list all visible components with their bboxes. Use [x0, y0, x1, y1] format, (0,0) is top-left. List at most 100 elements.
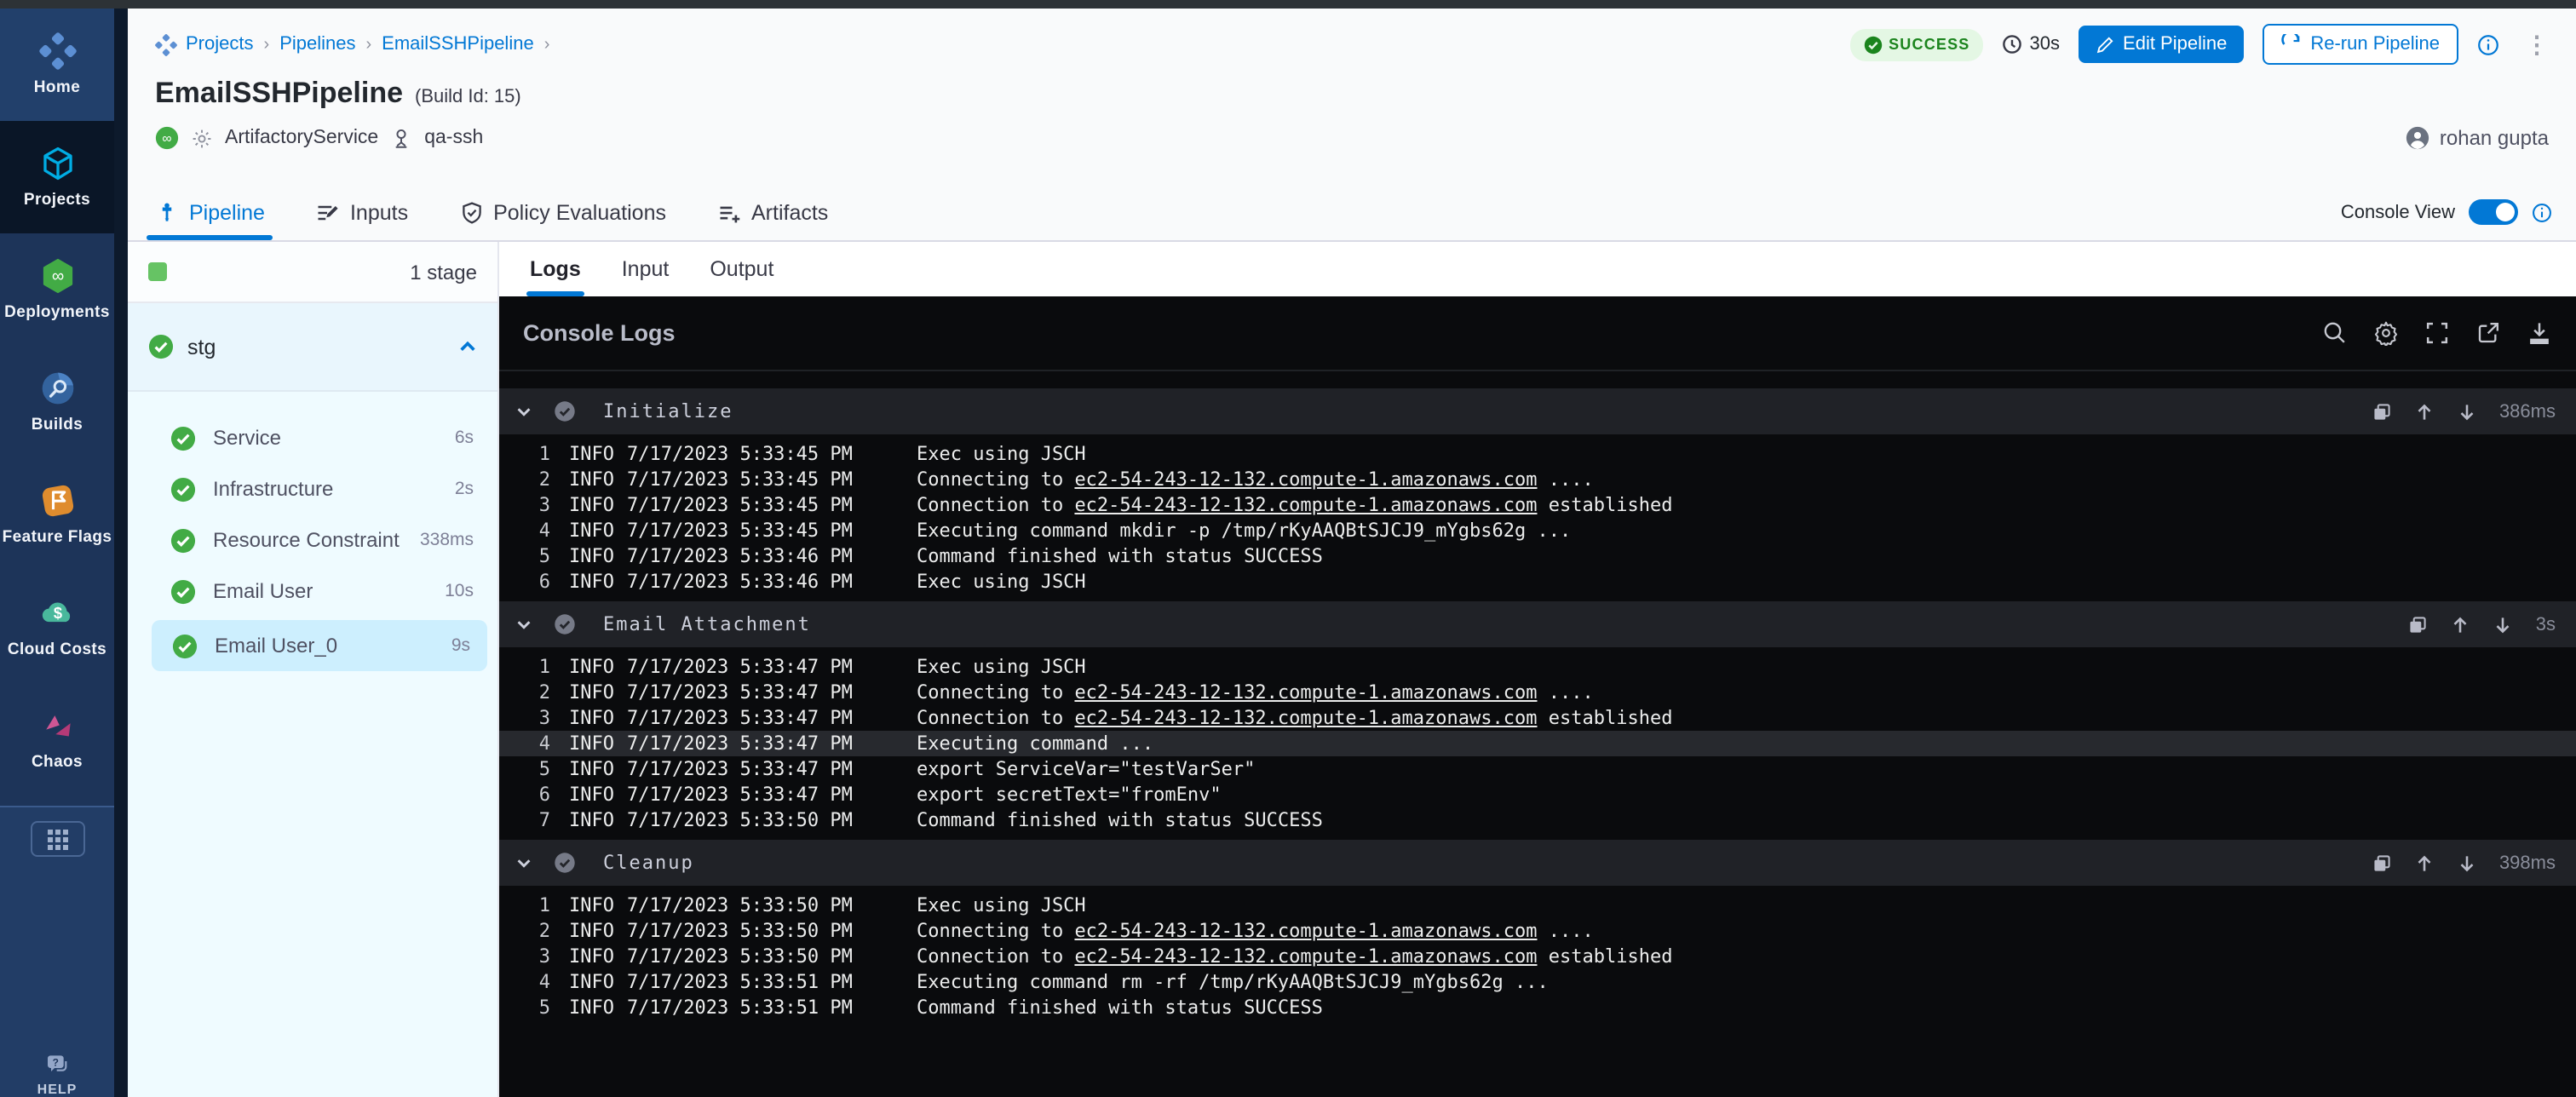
sidebar-item-projects[interactable]: Projects [0, 121, 114, 233]
step-row-infrastructure[interactable]: Infrastructure2s [128, 463, 497, 514]
log-level: INFO [569, 920, 627, 942]
log-hostname-link[interactable]: ec2-54-243-12-132.compute-1.amazonaws.co… [1074, 494, 1537, 516]
sidebar-item-feature-flags[interactable]: Feature Flags [0, 458, 114, 571]
tab-artifacts[interactable]: Artifacts [717, 184, 828, 240]
log-section-duration: 386ms [2499, 401, 2556, 422]
more-options-menu[interactable]: ⋮ [2525, 34, 2549, 55]
log-level: INFO [569, 945, 627, 968]
pipeline-tabs: Pipeline Inputs Policy Evaluations Artifact… [155, 184, 879, 240]
log-hostname-link[interactable]: ec2-54-243-12-132.compute-1.amazonaws.co… [1074, 707, 1537, 729]
module-selector-button[interactable] [30, 821, 84, 857]
scroll-down-icon[interactable] [2493, 614, 2514, 635]
artifacts-icon [717, 200, 741, 224]
sidebar-item-label: Deployments [4, 303, 110, 322]
tab-policy-evaluations[interactable]: Policy Evaluations [459, 184, 666, 240]
log-line-number: 2 [499, 468, 550, 491]
green-check-icon [170, 425, 196, 451]
breadcrumb-link[interactable]: Projects [186, 34, 254, 55]
console-view-toggle[interactable] [2469, 199, 2518, 225]
log-line: 5INFO7/17/2023 5:33:47 PMexport ServiceV… [499, 756, 2576, 782]
log-message-text: Connecting to [917, 468, 1074, 491]
log-section-header[interactable]: Initialize386ms [499, 388, 2576, 434]
log-line-number: 5 [499, 996, 550, 1019]
scroll-up-icon[interactable] [2451, 614, 2471, 635]
log-message: Exec using JSCH [917, 894, 1086, 916]
build-id: (Build Id: 15) [415, 87, 521, 107]
tab-pipeline[interactable]: Pipeline [155, 184, 265, 240]
pipeline-meta: ∞ ArtifactoryService qa-ssh [155, 126, 483, 150]
log-hostname-link[interactable]: ec2-54-243-12-132.compute-1.amazonaws.co… [1074, 468, 1537, 491]
copy-icon[interactable] [2408, 614, 2429, 635]
log-message: Connecting to ec2-54-243-12-132.compute-… [917, 681, 1594, 704]
sidebar-item-cloud-costs[interactable]: $Cloud Costs [0, 571, 114, 683]
log-hostname-link[interactable]: ec2-54-243-12-132.compute-1.amazonaws.co… [1074, 945, 1537, 968]
log-message-text: Executing command rm -rf /tmp/rKyAAQBtSJ… [917, 971, 1549, 993]
log-section-header[interactable]: Cleanup398ms [499, 840, 2576, 886]
fullscreen-icon[interactable] [2424, 320, 2450, 346]
sidebar-item-deployments[interactable]: ∞Deployments [0, 233, 114, 346]
green-check-icon [170, 527, 196, 553]
avatar-icon [2406, 126, 2429, 150]
green-check-icon [170, 476, 196, 502]
step-row-resource-constraint[interactable]: Resource Constraint338ms [128, 514, 497, 566]
step-row-email-user[interactable]: Email User10s [128, 566, 497, 617]
scroll-down-icon[interactable] [2457, 853, 2477, 873]
log-timestamp: 7/17/2023 5:33:50 PM [627, 809, 917, 831]
chaos-icon [38, 707, 76, 744]
log-section-header[interactable]: Email Attachment3s [499, 601, 2576, 647]
step-duration: 9s [451, 635, 470, 656]
pipeline-icon [155, 200, 179, 224]
chevron-down-icon[interactable] [515, 402, 533, 421]
search-icon[interactable] [2322, 320, 2348, 346]
sidebar-item-chaos[interactable]: Chaos [0, 683, 114, 795]
log-line-number: 3 [499, 707, 550, 729]
log-tab-logs[interactable]: Logs [530, 242, 581, 296]
tab-inputs[interactable]: Inputs [316, 184, 408, 240]
scroll-up-icon[interactable] [2414, 853, 2435, 873]
info-icon[interactable] [2532, 202, 2552, 222]
log-hostname-link[interactable]: ec2-54-243-12-132.compute-1.amazonaws.co… [1074, 920, 1537, 942]
sidebar-item-builds[interactable]: Builds [0, 346, 114, 458]
log-message-text: export secretText="fromEnv" [917, 784, 1222, 806]
breadcrumb-link[interactable]: EmailSSHPipeline [382, 34, 534, 55]
copy-icon[interactable] [2372, 401, 2392, 422]
info-icon[interactable] [2477, 33, 2499, 55]
builds-icon [38, 370, 76, 407]
help-button[interactable]: ? HELP [0, 1051, 114, 1097]
chevron-down-icon[interactable] [515, 615, 533, 634]
breadcrumb-link[interactable]: Pipelines [279, 34, 355, 55]
step-row-service[interactable]: Service6s [128, 412, 497, 463]
log-level: INFO [569, 520, 627, 542]
scroll-down-icon[interactable] [2457, 401, 2477, 422]
log-tab-input[interactable]: Input [622, 242, 670, 296]
chevron-down-icon[interactable] [515, 853, 533, 872]
service-name[interactable]: ArtifactoryService [225, 128, 378, 148]
copy-icon[interactable] [2372, 853, 2392, 873]
log-level: INFO [569, 545, 627, 567]
log-timestamp: 7/17/2023 5:33:51 PM [627, 971, 917, 993]
console-title: Console Logs [523, 320, 676, 346]
log-tab-output[interactable]: Output [710, 242, 773, 296]
sidebar-item-label: Builds [32, 416, 83, 434]
page-title: EmailSSHPipeline [155, 77, 403, 111]
settings-icon[interactable] [2373, 320, 2399, 346]
infrastructure-name[interactable]: qa-ssh [424, 128, 483, 148]
scroll-up-icon[interactable] [2414, 401, 2435, 422]
log-level: INFO [569, 996, 627, 1019]
stage-row-stg[interactable]: stg [128, 303, 497, 392]
log-timestamp: 7/17/2023 5:33:47 PM [627, 784, 917, 806]
sidebar-item-home[interactable]: Home [0, 9, 114, 121]
download-icon[interactable] [2527, 320, 2552, 346]
log-section-cleanup: Cleanup398ms1INFO7/17/2023 5:33:50 PMExe… [499, 840, 2576, 1020]
step-duration: 6s [455, 428, 474, 448]
console-header: Console Logs [499, 296, 2576, 371]
step-row-email-user_0[interactable]: Email User_09s [152, 620, 487, 671]
chevron-up-icon[interactable] [458, 337, 477, 356]
rerun-pipeline-button[interactable]: Re-run Pipeline [2263, 24, 2458, 65]
log-hostname-link[interactable]: ec2-54-243-12-132.compute-1.amazonaws.co… [1074, 681, 1537, 704]
user-display[interactable]: rohan gupta [2406, 126, 2549, 150]
infrastructure-icon [390, 127, 412, 149]
edit-pipeline-button[interactable]: Edit Pipeline [2079, 26, 2244, 63]
log-line: 4INFO7/17/2023 5:33:47 PMExecuting comma… [499, 731, 2576, 756]
open-in-new-icon[interactable] [2475, 320, 2501, 346]
